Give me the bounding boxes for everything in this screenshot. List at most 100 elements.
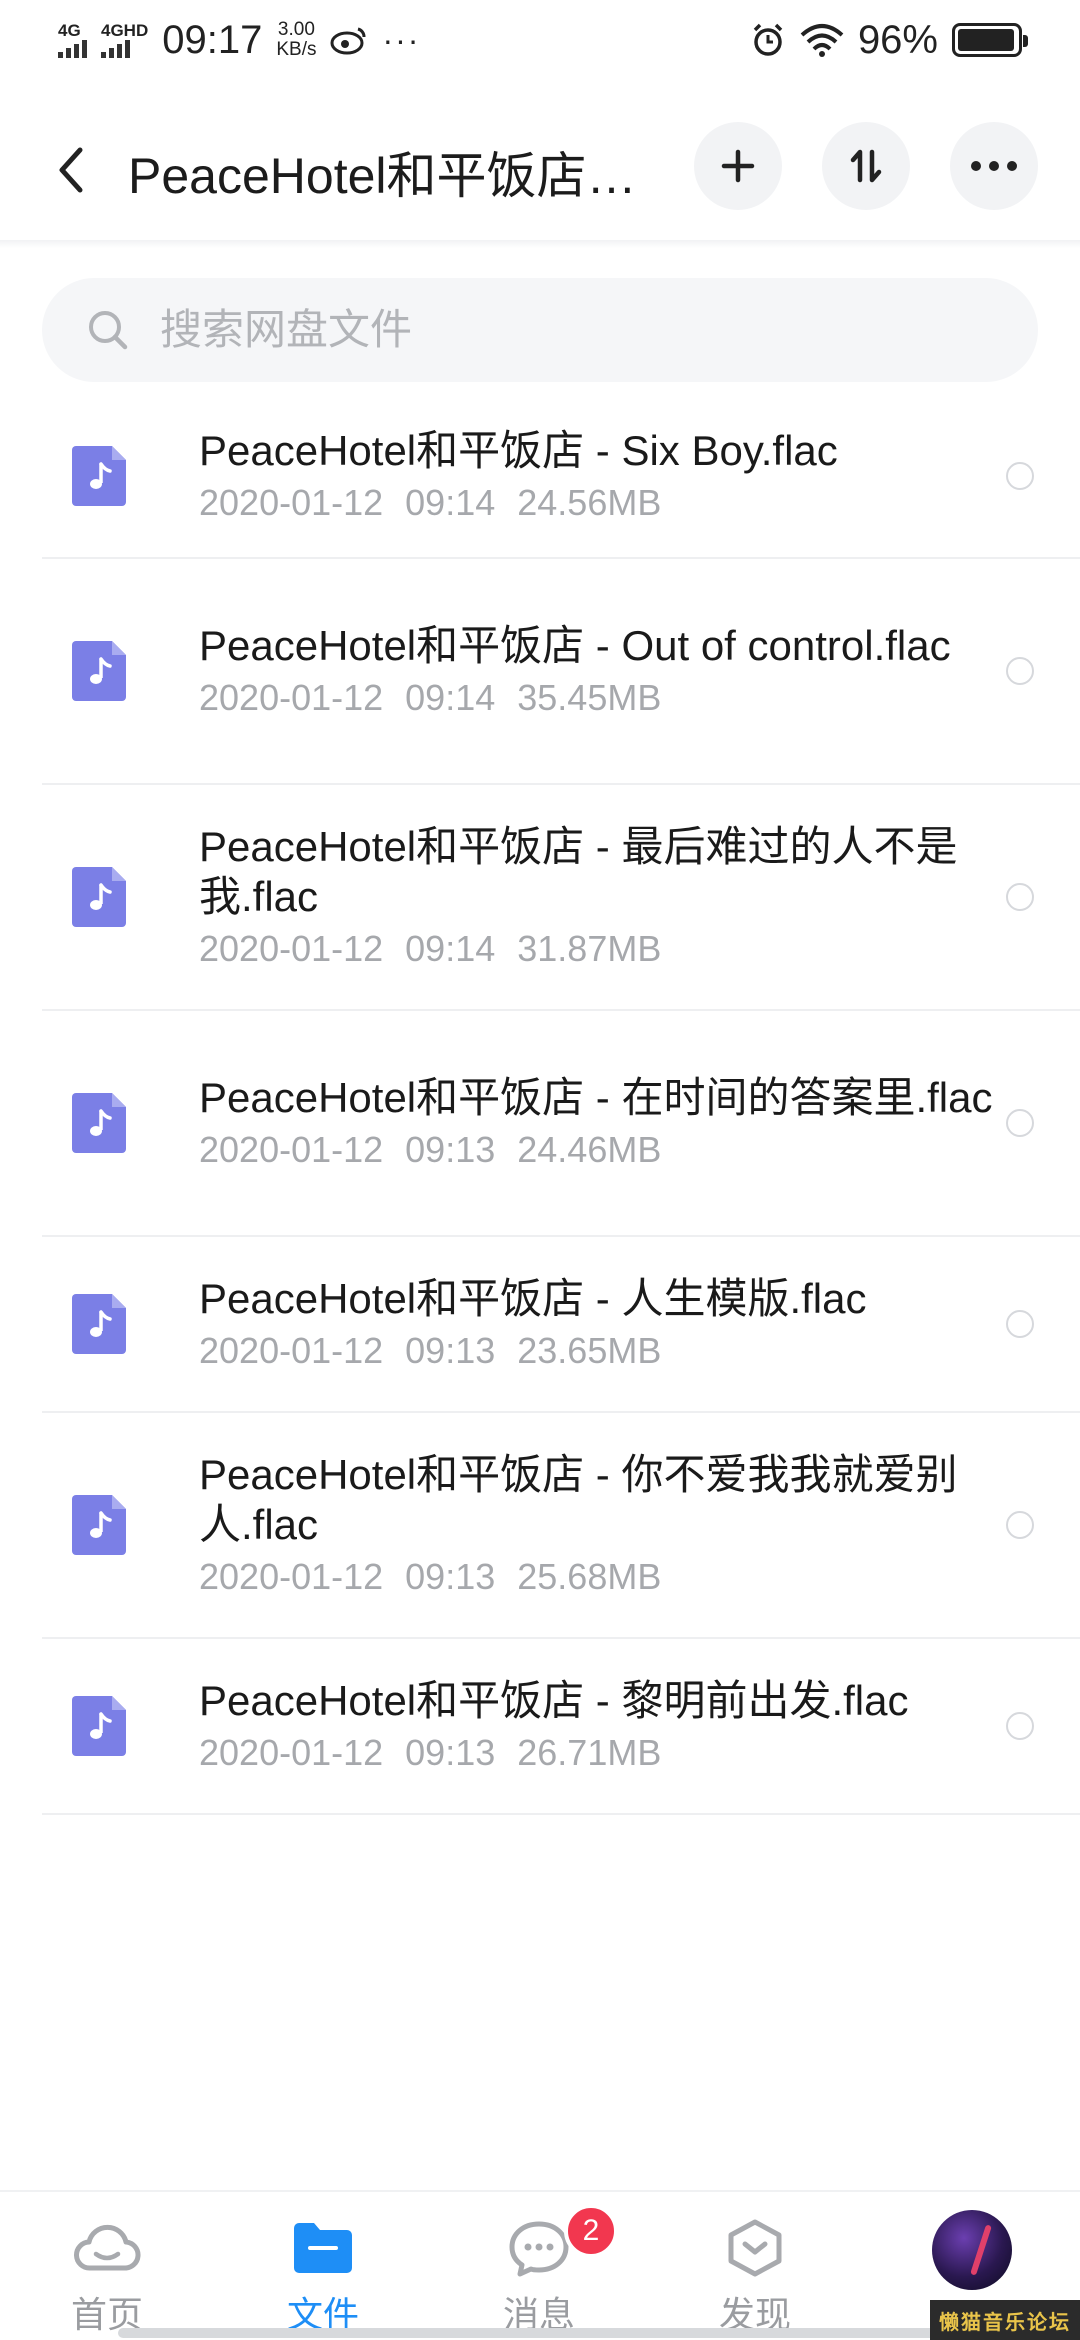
file-text: PeaceHotel和平饭店 - 黎明前出发.flac 2020-01-12 09…: [199, 1676, 999, 1776]
file-text: PeaceHotel和平饭店 - 人生模版.flac 2020-01-12 09:…: [199, 1274, 999, 1374]
page-title: PeaceHotel和平饭店…: [128, 148, 637, 204]
signal-1: 4G: [58, 22, 87, 58]
battery-fill: [958, 29, 1014, 51]
file-list: PeaceHotel和平饭店 - Six Boy.flac 2020-01-12…: [0, 395, 1080, 1815]
file-meta: 2020-01-12 09:13 25.68MB: [199, 1554, 999, 1600]
sort-button[interactable]: [822, 122, 910, 210]
network-speed-value: 3.00: [277, 19, 315, 40]
select-radio[interactable]: [1006, 1511, 1034, 1539]
file-size: 31.87MB: [517, 928, 662, 969]
file-row[interactable]: PeaceHotel和平饭店 - 你不爱我我就爱别人.flac 2020-01-…: [42, 1413, 1080, 1639]
watermark: 懒猫音乐论坛: [930, 2300, 1080, 2340]
top-bar: PeaceHotel和平饭店…: [0, 100, 1080, 240]
chat-bubble-icon: [509, 2221, 569, 2277]
signal-1-label: 4G: [58, 21, 81, 40]
file-row[interactable]: PeaceHotel和平饭店 - Six Boy.flac 2020-01-12…: [42, 395, 1080, 559]
file-text: PeaceHotel和平饭店 - 最后难过的人不是我.flac 2020-01-…: [199, 822, 999, 972]
file-meta: 2020-01-12 09:14 31.87MB: [199, 926, 999, 972]
select-radio[interactable]: [1006, 883, 1034, 911]
file-text: PeaceHotel和平饭店 - 你不爱我我就爱别人.flac 2020-01-…: [199, 1450, 999, 1600]
file-row[interactable]: PeaceHotel和平饭店 - Out of control.flac 202…: [42, 559, 1080, 785]
file-time: 09:13: [405, 1330, 496, 1371]
nav-messages[interactable]: 消息 2: [464, 2204, 618, 2338]
network-speed: 3.00 KB/s: [276, 20, 316, 60]
select-radio[interactable]: [1006, 462, 1034, 490]
signal-2-label: 4GHD: [101, 21, 149, 40]
add-button[interactable]: [694, 122, 782, 210]
cloud-icon: [74, 2224, 141, 2271]
select-radio[interactable]: [1006, 1712, 1034, 1740]
more-icon: [971, 161, 1017, 171]
file-meta: 2020-01-12 09:13 23.65MB: [199, 1328, 999, 1374]
music-file-icon: [72, 1696, 126, 1756]
file-date: 2020-01-12: [199, 482, 384, 523]
file-name: PeaceHotel和平饭店 - Six Boy.flac: [199, 427, 838, 474]
select-radio[interactable]: [1006, 657, 1034, 685]
music-file-icon: [72, 1495, 126, 1555]
file-name: PeaceHotel和平饭店 - 黎明前出发.flac: [199, 1677, 909, 1724]
file-text: PeaceHotel和平饭店 - Out of control.flac 202…: [199, 621, 999, 721]
file-size: 35.45MB: [517, 677, 662, 718]
battery-percent: 96%: [857, 17, 938, 62]
search-input[interactable]: [160, 306, 940, 354]
network-speed-unit: KB/s: [276, 39, 317, 60]
search-icon: [89, 311, 128, 350]
nav-home[interactable]: 首页: [32, 2218, 182, 2338]
file-row[interactable]: PeaceHotel和平饭店 - 最后难过的人不是我.flac 2020-01-…: [42, 785, 1080, 1011]
file-time: 09:14: [405, 677, 496, 718]
weibo-icon: [330, 27, 366, 55]
nav-files[interactable]: 文件: [248, 2218, 398, 2338]
wifi-icon: [800, 24, 844, 57]
status-left: 4G 4GHD 09:17 3.00 KB/s ···: [58, 18, 420, 63]
sort-icon: [850, 149, 882, 183]
file-size: 26.71MB: [517, 1732, 662, 1773]
music-file-icon: [72, 446, 126, 506]
header-divider: [0, 240, 1080, 248]
file-time: 09:14: [405, 928, 496, 969]
music-file-icon: [72, 641, 126, 701]
battery-icon: [952, 23, 1028, 57]
select-radio[interactable]: [1006, 1109, 1034, 1137]
file-text: PeaceHotel和平饭店 - 在时间的答案里.flac 2020-01-12…: [199, 1073, 999, 1173]
file-date: 2020-01-12: [199, 677, 384, 718]
nav-discover[interactable]: 发现: [680, 2218, 830, 2338]
bottom-nav: 首页 文件 消息 2 发现: [0, 2190, 1080, 2340]
file-size: 23.65MB: [517, 1330, 662, 1371]
plus-icon: [721, 149, 755, 183]
signal-bars-icon: [101, 40, 130, 58]
file-row[interactable]: PeaceHotel和平饭店 - 人生模版.flac 2020-01-12 09:…: [42, 1237, 1080, 1413]
status-time: 09:17: [162, 17, 263, 62]
alarm-icon: [753, 23, 783, 56]
file-name: PeaceHotel和平饭店 - 最后难过的人不是我.flac: [199, 823, 958, 920]
unread-badge: 2: [564, 2204, 618, 2258]
more-button[interactable]: [950, 122, 1038, 210]
file-row[interactable]: PeaceHotel和平饭店 - 黎明前出发.flac 2020-01-12 09…: [42, 1639, 1080, 1815]
home-indicator: [118, 2328, 958, 2338]
back-icon[interactable]: [50, 140, 94, 200]
file-size: 24.46MB: [517, 1129, 662, 1170]
music-file-icon: [72, 867, 126, 927]
file-name: PeaceHotel和平饭店 - 人生模版.flac: [199, 1275, 867, 1322]
file-time: 09:13: [405, 1129, 496, 1170]
file-date: 2020-01-12: [199, 1330, 384, 1371]
file-meta: 2020-01-12 09:14 35.45MB: [199, 675, 999, 721]
file-date: 2020-01-12: [199, 1129, 384, 1170]
search-bar[interactable]: [42, 278, 1038, 382]
file-time: 09:13: [405, 1556, 496, 1597]
file-time: 09:13: [405, 1732, 496, 1773]
file-date: 2020-01-12: [199, 928, 384, 969]
file-size: 24.56MB: [517, 482, 662, 523]
select-radio[interactable]: [1006, 1310, 1034, 1338]
file-text: PeaceHotel和平饭店 - Six Boy.flac 2020-01-12…: [199, 426, 999, 526]
file-time: 09:14: [405, 482, 496, 523]
signal-2: 4GHD: [101, 22, 148, 58]
file-name: PeaceHotel和平饭店 - Out of control.flac: [199, 622, 951, 669]
file-size: 25.68MB: [517, 1556, 662, 1597]
status-right: 96%: [750, 17, 1028, 63]
avatar[interactable]: [932, 2210, 1012, 2290]
file-meta: 2020-01-12 09:13 26.71MB: [199, 1730, 999, 1776]
file-date: 2020-01-12: [199, 1732, 384, 1773]
file-row[interactable]: PeaceHotel和平饭店 - 在时间的答案里.flac 2020-01-12…: [42, 1011, 1080, 1237]
file-meta: 2020-01-12 09:14 24.56MB: [199, 480, 999, 526]
file-meta: 2020-01-12 09:13 24.46MB: [199, 1127, 999, 1173]
